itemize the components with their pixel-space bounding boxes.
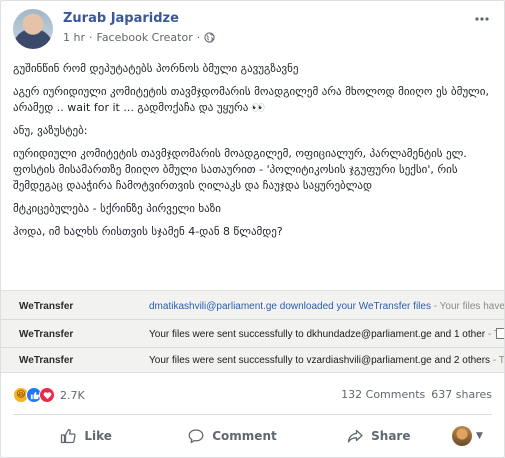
email-sender: WeTransfer bbox=[19, 329, 74, 340]
email-subject: dmatikashvili@parliament.ge downloaded y… bbox=[149, 301, 504, 312]
author-role: Facebook Creator bbox=[96, 31, 193, 44]
like-label: Like bbox=[84, 429, 112, 443]
email-sender: WeTransfer bbox=[19, 355, 74, 366]
shares-count[interactable]: 637 shares bbox=[431, 388, 492, 401]
share-arrow-icon bbox=[347, 429, 363, 443]
globe-icon[interactable] bbox=[204, 32, 215, 43]
email-subject: Your files were sent successfully to vza… bbox=[149, 355, 504, 366]
caret-down-icon: ▼ bbox=[475, 431, 483, 441]
more-options-button[interactable] bbox=[472, 11, 492, 27]
post-card: Zurab Japaridze 1 hr · Facebook Creator … bbox=[0, 0, 505, 458]
meta-separator-2: · bbox=[196, 31, 201, 44]
email-checkbox bbox=[496, 328, 504, 339]
post-image[interactable]: WeTransfer dmatikashvili@parliament.ge d… bbox=[1, 290, 504, 373]
email-sender: WeTransfer bbox=[19, 301, 74, 312]
like-button[interactable]: Like bbox=[13, 420, 159, 452]
speech-bubble-icon bbox=[188, 429, 204, 444]
post-header: Zurab Japaridze 1 hr · Facebook Creator … bbox=[13, 9, 492, 55]
post-actions: Like Comment Share ▼ bbox=[13, 419, 492, 453]
engagement-counts: 132 Comments 637 shares bbox=[341, 388, 492, 401]
comment-label: Comment bbox=[212, 429, 277, 443]
post-paragraph-2: აგერ იურიდიული კომიტეტის თავმჯდომარის მო… bbox=[13, 85, 489, 114]
post-stats: 😆 2.7K 132 Comments 637 shares bbox=[13, 385, 492, 405]
love-reaction-icon bbox=[39, 387, 55, 403]
meta-separator: · bbox=[89, 31, 93, 44]
email-row: WeTransfer Your files were sent successf… bbox=[1, 351, 504, 371]
author-avatar[interactable] bbox=[13, 9, 53, 49]
post-paragraph-1: გუშინწინ რომ დეპუტატებს პორნოს ბმული გავ… bbox=[13, 62, 299, 75]
actions-divider bbox=[13, 414, 492, 415]
share-button[interactable]: Share bbox=[306, 420, 452, 452]
post-time[interactable]: 1 hr bbox=[63, 31, 85, 44]
reactions-count: 2.7K bbox=[60, 388, 85, 402]
post-paragraph-6: ჰოდა, იმ ხალხს რისთვის სჯამენ 4-დან 8 წლ… bbox=[13, 225, 283, 238]
post-as-selector[interactable]: ▼ bbox=[451, 426, 492, 446]
email-row: WeTransfer Your files were sent successf… bbox=[1, 325, 504, 345]
share-label: Share bbox=[371, 429, 411, 443]
comment-button[interactable]: Comment bbox=[159, 420, 305, 452]
email-row: WeTransfer dmatikashvili@parliament.ge d… bbox=[1, 297, 504, 317]
post-paragraph-5: მტკიცებულება - სქრინზე პირველი ხაზი bbox=[13, 202, 221, 215]
comments-count[interactable]: 132 Comments bbox=[341, 388, 425, 401]
post-paragraph-4: იურიდიული კომიტეტის თავმჯდომარის მოადგილ… bbox=[13, 147, 467, 192]
viewer-avatar bbox=[451, 426, 472, 446]
thumbs-up-icon bbox=[61, 428, 77, 444]
post-body: გუშინწინ რომ დეპუტატებს პორნოს ბმული გავ… bbox=[13, 61, 493, 247]
email-subject: Your files were sent successfully to dkh… bbox=[149, 329, 504, 340]
reactions-summary[interactable]: 😆 2.7K bbox=[13, 387, 85, 403]
post-meta: 1 hr · Facebook Creator · bbox=[63, 31, 215, 44]
post-paragraph-3: ანუ, ვაზუსტებ: bbox=[13, 124, 88, 137]
author-name[interactable]: Zurab Japaridze bbox=[63, 11, 179, 26]
ellipsis-icon bbox=[475, 17, 489, 21]
